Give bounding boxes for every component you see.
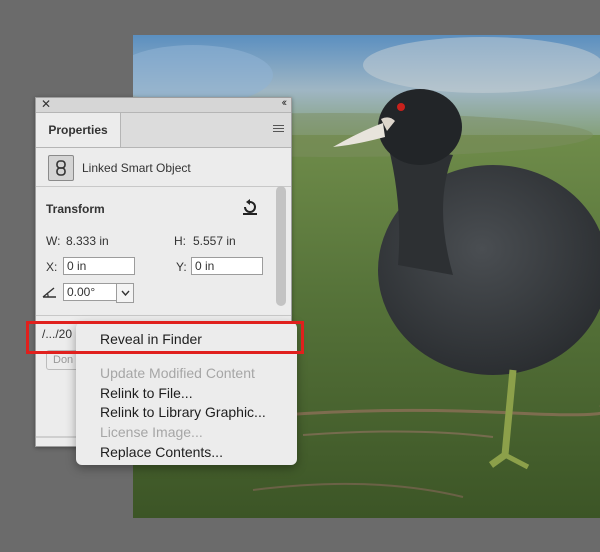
scroll-thumb[interactable]	[276, 186, 286, 306]
section-divider	[36, 315, 291, 316]
panel-title-bar: ✕ ‹‹	[36, 97, 291, 113]
close-icon[interactable]: ✕	[41, 97, 51, 111]
chevron-down-icon	[120, 290, 130, 296]
smart-object-label: Linked Smart Object	[82, 161, 191, 175]
menu-item-license-image[interactable]: License Image...	[100, 424, 203, 440]
menu-item-relink-to-file[interactable]: Relink to File...	[100, 385, 193, 401]
transform-section-title: Transform	[46, 202, 105, 216]
tab-properties[interactable]: Properties	[36, 113, 121, 147]
collapse-icon[interactable]: ‹‹	[282, 97, 288, 109]
linked-smart-object-icon	[48, 155, 74, 181]
angle-dropdown-button[interactable]	[116, 283, 134, 303]
width-value: 8.333 in	[66, 234, 109, 248]
menu-icon[interactable]	[273, 125, 284, 134]
menu-item-relink-to-library-graphic[interactable]: Relink to Library Graphic...	[100, 404, 266, 420]
smart-object-row: Linked Smart Object	[36, 148, 291, 187]
angle-field[interactable]: 0.00°	[63, 283, 118, 301]
height-value: 5.557 in	[193, 234, 236, 248]
reset-transform-icon[interactable]	[241, 198, 259, 216]
menu-item-replace-contents[interactable]: Replace Contents...	[100, 444, 223, 460]
panel-scrollbar[interactable]	[276, 186, 286, 314]
width-label: W:	[46, 234, 61, 248]
angle-icon	[42, 287, 56, 298]
y-position-field[interactable]: 0 in	[191, 257, 263, 275]
panel-tab-bar: Properties	[36, 113, 291, 148]
height-label: H:	[174, 234, 186, 248]
x-position-field[interactable]: 0 in	[63, 257, 135, 275]
x-label: X:	[46, 260, 58, 274]
menu-item-update-modified-content[interactable]: Update Modified Content	[100, 365, 255, 381]
highlight-outline	[26, 321, 304, 354]
y-label: Y:	[176, 260, 187, 274]
